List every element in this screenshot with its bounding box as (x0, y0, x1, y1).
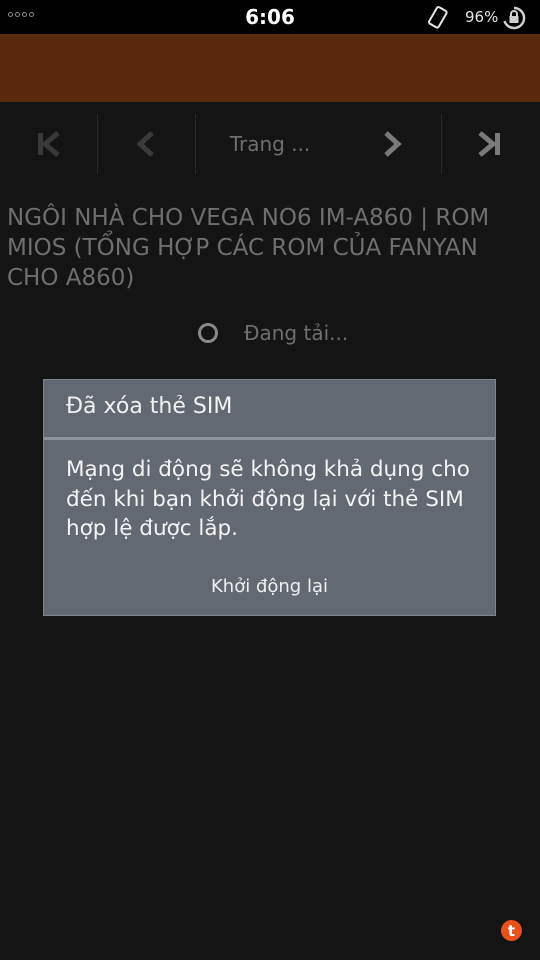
spinner-icon (198, 323, 218, 343)
dialog-title: Đã xóa thẻ SIM (66, 394, 233, 419)
page-label: Trang ... (229, 132, 311, 156)
previous-page-button[interactable] (98, 112, 194, 176)
rotation-lock-icon (501, 5, 527, 35)
page-selector[interactable]: Trang ... (196, 112, 344, 176)
first-page-button[interactable] (0, 112, 96, 176)
status-bar: 6:06 96% (0, 0, 540, 34)
loading-text: Đang tải... (244, 321, 349, 345)
sim-removed-dialog: Đã xóa thẻ SIM Mạng di động sẽ không khả… (43, 379, 496, 616)
badge-glyph: t (507, 921, 516, 940)
skip-last-icon (478, 131, 500, 157)
status-time: 6:06 (245, 5, 295, 29)
battery-level: 96% (465, 8, 499, 26)
last-page-button[interactable] (442, 112, 538, 176)
app-header (0, 34, 540, 102)
loading-indicator: Đang tải... (198, 318, 348, 348)
chevron-left-icon (136, 131, 154, 157)
dialog-message: Mạng di động sẽ không khả dụng cho đến k… (66, 457, 470, 541)
thread-title: NGÔI NHÀ CHO VEGA NO6 IM-A860 | ROM MIOS… (7, 205, 490, 291)
skip-first-icon (38, 131, 60, 157)
restart-button[interactable]: Khởi động lại (44, 570, 495, 604)
screen-rotation-icon (426, 6, 450, 34)
chevron-right-icon (384, 131, 402, 157)
tapatalk-badge-icon[interactable]: t (501, 920, 522, 941)
page-navigation: Trang ... (0, 112, 540, 176)
next-page-button[interactable] (344, 112, 440, 176)
dialog-divider (44, 437, 495, 440)
